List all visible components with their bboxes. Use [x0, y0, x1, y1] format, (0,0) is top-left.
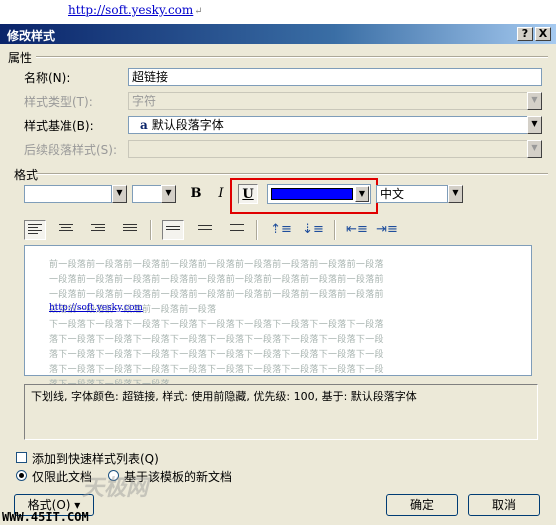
- style-preview-pane: 前一段落前一段落前一段落前一段落前一段落前一段落前一段落前一段落前一段落 一段落…: [24, 245, 532, 390]
- font-size-select[interactable]: [132, 185, 162, 203]
- style-type-dropdown-icon: ▼: [527, 92, 542, 110]
- base-style-label: 样式基准(B):: [24, 119, 94, 133]
- font-color-select[interactable]: ▼: [267, 184, 371, 204]
- cancel-button[interactable]: 取消: [468, 494, 540, 516]
- align-center-icon: [59, 224, 73, 236]
- name-input[interactable]: 超链接: [128, 68, 542, 86]
- single-spacing-icon: [166, 226, 180, 238]
- toolbar-separator: [150, 220, 152, 240]
- justify-icon: [123, 224, 137, 236]
- increase-spacing-icon: ⇡≡: [270, 222, 292, 237]
- style-description: 下划线, 字体颜色: 超链接, 样式: 使用前隐藏, 优先级: 100, 基于:…: [24, 384, 538, 440]
- add-quick-style-label[interactable]: 添加到快速样式列表(Q): [32, 450, 159, 467]
- font-name-dropdown-icon[interactable]: ▼: [112, 185, 127, 203]
- document-link-text[interactable]: http://soft.yesky.com: [68, 3, 193, 17]
- bold-button[interactable]: B: [186, 184, 206, 204]
- preview-line: 落下一段落下一段落下一段落下一段落下一段落下一段落下一段落下一段落下一段: [49, 365, 384, 375]
- increase-indent-icon: ⇥≡: [376, 222, 398, 237]
- decrease-spacing-icon: ⇣≡: [302, 222, 324, 237]
- paragraph-mark-icon: ↵: [194, 6, 203, 17]
- preview-line: 落下一段落下一段落下一段落下一段落下一段落下一段落下一段落下一段落下一段: [49, 350, 384, 360]
- align-center-button[interactable]: [55, 220, 77, 240]
- increase-indent-button[interactable]: ⇥≡: [376, 220, 398, 240]
- align-right-icon: [91, 224, 105, 236]
- base-style-value: 默认段落字体: [151, 118, 224, 132]
- site-watermark: WWW.45IT.COM: [2, 510, 89, 524]
- one-half-spacing-icon: [198, 225, 212, 237]
- double-spacing-icon: [230, 224, 244, 236]
- increase-spacing-before-button[interactable]: ⇡≡: [270, 220, 292, 240]
- decrease-spacing-before-button[interactable]: ⇣≡: [302, 220, 324, 240]
- decrease-indent-button[interactable]: ⇤≡: [346, 220, 368, 240]
- preview-line: 落下一段落下一段落下一段落下一段落下一段落下一段落下一段落下一段落下一段: [49, 335, 384, 345]
- preview-line: 前一段落前一段落前一段落前一段落前一段落前一段落前一段落前一段落前一段落: [49, 260, 384, 270]
- preview-line: 下一段落下一段落下一段落下一段落下一段落下一段落下一段落下一段落下一段落: [49, 320, 384, 330]
- preview-line: 一段落前一段落前一段落前一段落前一段落前一段落前一段落前一段落前一段落前: [49, 275, 384, 285]
- next-style-select: [128, 140, 528, 158]
- radio-selected-dot: [19, 473, 24, 478]
- decrease-indent-icon: ⇤≡: [346, 222, 368, 237]
- toolbar-separator: [334, 220, 336, 240]
- one-half-spacing-button[interactable]: [194, 220, 216, 240]
- brand-watermark-logo: 天极网: [82, 476, 149, 501]
- help-button[interactable]: ?: [517, 27, 533, 41]
- language-select[interactable]: 中文: [376, 185, 448, 203]
- toolbar-separator: [256, 220, 258, 240]
- font-color-dropdown-icon[interactable]: ▼: [355, 186, 369, 202]
- style-type-label: 样式类型(T):: [24, 95, 93, 109]
- dialog-title: 修改样式: [7, 29, 56, 43]
- properties-section-label: 属性: [8, 51, 33, 65]
- font-size-dropdown-icon[interactable]: ▼: [161, 185, 176, 203]
- align-left-button[interactable]: [24, 220, 46, 240]
- single-spacing-button[interactable]: [162, 220, 184, 240]
- properties-separator: [36, 56, 548, 58]
- align-left-icon: [28, 224, 42, 236]
- close-button[interactable]: X: [535, 27, 551, 41]
- document-hyperlink[interactable]: http://soft.yesky.com↵: [68, 3, 203, 17]
- double-spacing-button[interactable]: [226, 220, 248, 240]
- format-section-label: 格式: [14, 168, 39, 182]
- character-style-icon: a: [140, 118, 148, 132]
- preview-next-paragraph: 下一段落下一段落下一段落下一段落下一段落下一段落下一段落下一段落下一段落 落下一…: [49, 318, 384, 393]
- name-label: 名称(N):: [24, 71, 71, 85]
- next-style-dropdown-icon: ▼: [527, 140, 542, 158]
- ok-button[interactable]: 确定: [386, 494, 458, 516]
- preview-line: 一段落前一段落前一段落前一段落前一段落前一段落前一段落前一段落前一段落前: [49, 290, 384, 300]
- align-right-button[interactable]: [87, 220, 109, 240]
- justify-button[interactable]: [119, 220, 141, 240]
- dialog-titlebar: [0, 24, 556, 44]
- only-this-document-radio[interactable]: [16, 470, 27, 481]
- language-dropdown-icon[interactable]: ▼: [448, 185, 463, 203]
- font-color-swatch: [271, 188, 353, 200]
- underline-button[interactable]: U: [238, 184, 258, 204]
- italic-button[interactable]: I: [211, 184, 231, 204]
- next-style-label: 后续段落样式(S):: [24, 143, 118, 157]
- font-name-select[interactable]: [24, 185, 112, 203]
- style-type-select: 字符: [128, 92, 528, 110]
- base-style-dropdown-icon[interactable]: ▼: [527, 116, 542, 134]
- add-quick-style-checkbox[interactable]: [16, 452, 27, 463]
- preview-sample-text: http://soft.yesky.com: [49, 303, 143, 313]
- format-separator: [36, 173, 548, 175]
- base-style-select[interactable]: a 默认段落字体: [128, 116, 528, 134]
